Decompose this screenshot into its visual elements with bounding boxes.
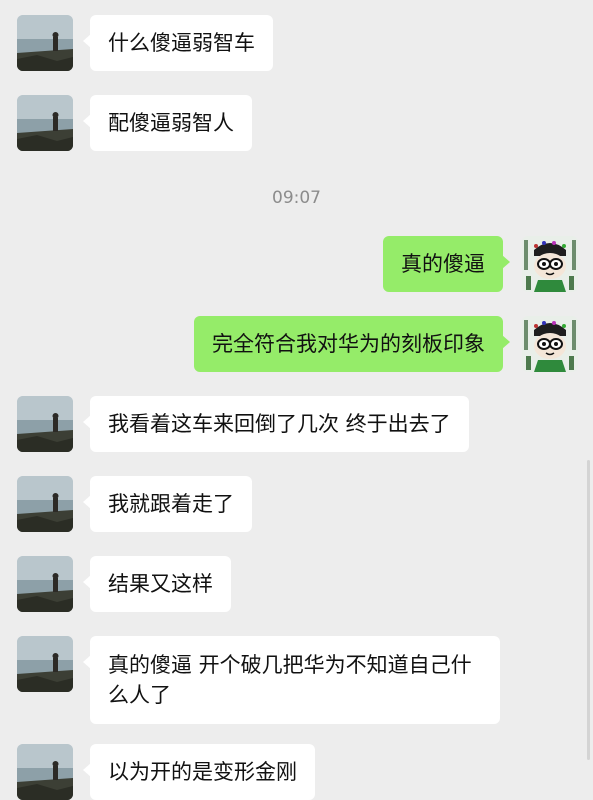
my-avatar[interactable] bbox=[522, 236, 578, 292]
contact-avatar[interactable] bbox=[17, 744, 73, 800]
message-bubble-incoming[interactable]: 配傻逼弱智人 bbox=[83, 95, 252, 151]
contact-avatar[interactable] bbox=[17, 15, 73, 71]
message-bubble-incoming[interactable]: 我看着这车来回倒了几次 终于出去了 bbox=[83, 396, 469, 452]
timestamp: 09:07 bbox=[272, 188, 321, 208]
contact-avatar[interactable] bbox=[17, 476, 73, 532]
contact-avatar[interactable] bbox=[17, 95, 73, 151]
message-bubble-outgoing[interactable]: 真的傻逼 bbox=[383, 236, 510, 292]
my-avatar[interactable] bbox=[522, 316, 578, 372]
scrollbar[interactable] bbox=[587, 460, 590, 760]
message-bubble-incoming[interactable]: 真的傻逼 开个破几把华为不知道自己什么人了 bbox=[83, 636, 500, 724]
message-bubble-incoming[interactable]: 以为开的是变形金刚 bbox=[83, 744, 315, 800]
contact-avatar[interactable] bbox=[17, 556, 73, 612]
message-bubble-incoming[interactable]: 什么傻逼弱智车 bbox=[83, 15, 273, 71]
message-bubble-outgoing[interactable]: 完全符合我对华为的刻板印象 bbox=[194, 316, 510, 372]
message-bubble-incoming[interactable]: 结果又这样 bbox=[83, 556, 231, 612]
contact-avatar[interactable] bbox=[17, 636, 73, 692]
message-bubble-incoming[interactable]: 我就跟着走了 bbox=[83, 476, 252, 532]
contact-avatar[interactable] bbox=[17, 396, 73, 452]
